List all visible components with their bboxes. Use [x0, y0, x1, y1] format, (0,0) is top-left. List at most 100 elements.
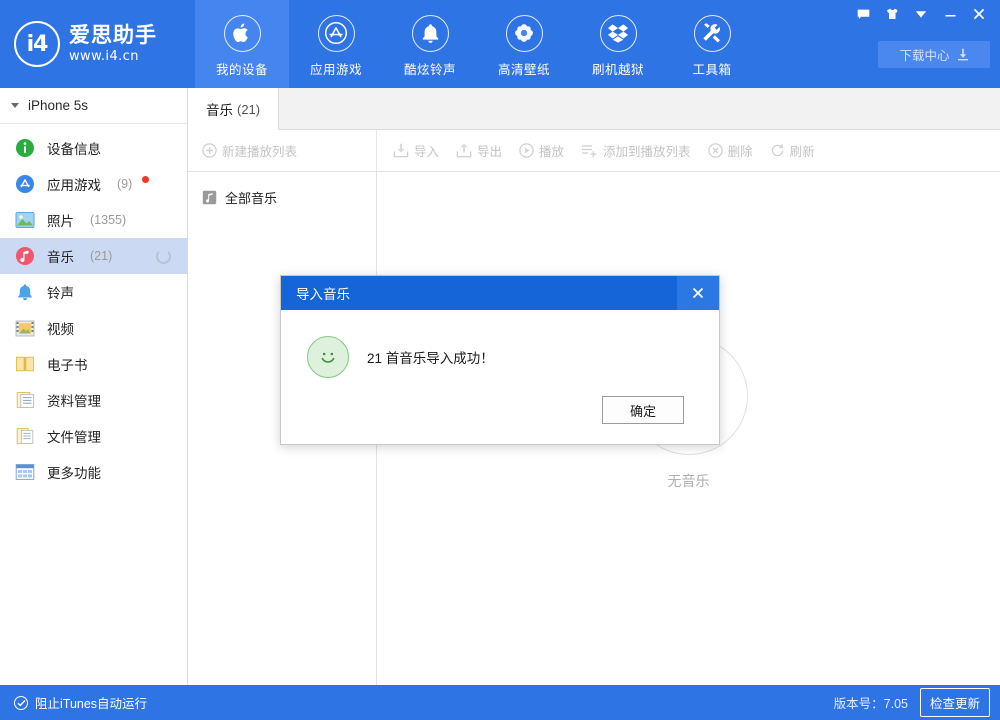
music-icon [14, 245, 36, 267]
tab-count: (21) [237, 102, 260, 117]
export-button[interactable]: 导出 [456, 141, 502, 160]
main-nav: 我的设备 应用游戏 酷炫铃声 [195, 0, 759, 88]
video-icon [14, 317, 36, 339]
data-icon [14, 389, 36, 411]
more-icon [14, 461, 36, 483]
brand-name: 爱思助手 [69, 25, 157, 46]
sidebar-item-label: 文件管理 [47, 426, 101, 446]
import-button[interactable]: 导入 [393, 141, 439, 160]
dialog-title: 导入音乐 [296, 283, 350, 303]
new-playlist-button[interactable]: 新建播放列表 [202, 141, 297, 160]
nav-item-wallpapers[interactable]: 高清壁纸 [477, 0, 571, 88]
smiley-success-icon [307, 336, 349, 378]
close-icon[interactable] [966, 4, 992, 24]
ok-button[interactable]: 确定 [602, 396, 684, 424]
refresh-button[interactable]: 刷新 [770, 141, 815, 160]
device-selector[interactable]: iPhone 5s [0, 88, 187, 124]
message-icon[interactable] [850, 4, 876, 24]
nav-item-apps-games[interactable]: 应用游戏 [289, 0, 383, 88]
chevron-down-icon [11, 103, 19, 108]
sidebar-item-label: 铃声 [47, 282, 74, 302]
sidebar-item-photos[interactable]: 照片 (1355) [0, 202, 187, 238]
sidebar-item-device-info[interactable]: 设备信息 [0, 130, 187, 166]
status-bar: 阻止iTunes自动运行 版本号：7.05 检查更新 [0, 685, 1000, 720]
sidebar-item-more[interactable]: 更多功能 [0, 454, 187, 490]
app-window: i4 爱思助手 www.i4.cn 我的设备 [0, 0, 1000, 720]
play-icon [519, 143, 534, 158]
sidebar-item-data-manage[interactable]: 资料管理 [0, 382, 187, 418]
flower-icon [506, 15, 543, 52]
download-center-button[interactable]: 下载中心 [878, 41, 990, 68]
minimize-icon[interactable] [937, 4, 963, 24]
tab-music[interactable]: 音乐 (21) [188, 88, 279, 130]
book-icon [14, 353, 36, 375]
close-icon[interactable] [677, 276, 719, 310]
sidebar-item-file-manage[interactable]: 文件管理 [0, 418, 187, 454]
toolbar: 新建播放列表 导入 导出 [188, 130, 1000, 172]
download-icon [957, 48, 969, 61]
nav-label: 工具箱 [692, 59, 731, 78]
dialog-message: 21 首音乐导入成功！ [367, 347, 494, 367]
nav-item-my-device[interactable]: 我的设备 [195, 0, 289, 88]
delete-label: 删除 [728, 141, 753, 160]
file-icon [14, 425, 36, 447]
tab-bar: 音乐 (21) [188, 88, 1000, 130]
play-label: 播放 [539, 141, 564, 160]
bell-icon [412, 15, 449, 52]
export-label: 导出 [477, 141, 502, 160]
block-itunes-label: 阻止iTunes自动运行 [35, 693, 147, 712]
check-icon [14, 696, 28, 710]
loading-spinner-icon [156, 249, 171, 264]
dialog-title-bar: 导入音乐 [281, 276, 719, 310]
nav-item-ringtones[interactable]: 酷炫铃声 [383, 0, 477, 88]
playlist-item-all-music[interactable]: 全部音乐 [188, 182, 376, 212]
sidebar-item-label: 视频 [47, 318, 74, 338]
download-center-label: 下载中心 [899, 45, 949, 64]
menu-dropdown-icon[interactable] [908, 4, 934, 24]
brand-logo: i4 爱思助手 www.i4.cn [0, 0, 195, 88]
add-to-playlist-label: 添加到播放列表 [603, 141, 691, 160]
skin-icon[interactable] [879, 4, 905, 24]
sidebar: iPhone 5s 设备信息 应用游戏 (9) [0, 88, 188, 685]
import-label: 导入 [414, 141, 439, 160]
import-icon [393, 143, 409, 158]
version-label: 版本号：7.05 [834, 693, 908, 712]
tools-icon [694, 15, 731, 52]
appstore-icon [318, 15, 355, 52]
i4-logo-icon: i4 [14, 21, 60, 67]
nav-label: 我的设备 [216, 59, 268, 78]
sidebar-item-ringtones[interactable]: 铃声 [0, 274, 187, 310]
sidebar-item-label: 设备信息 [47, 138, 101, 158]
new-playlist-label: 新建播放列表 [222, 141, 297, 160]
nav-item-toolbox[interactable]: 工具箱 [665, 0, 759, 88]
add-to-playlist-icon [581, 143, 598, 158]
empty-state-text: 无音乐 [668, 471, 710, 491]
apple-icon [224, 15, 261, 52]
export-icon [456, 143, 472, 158]
sidebar-item-music[interactable]: 音乐 (21) [0, 238, 187, 274]
sidebar-item-videos[interactable]: 视频 [0, 310, 187, 346]
delete-button[interactable]: 删除 [708, 141, 753, 160]
sidebar-item-ebooks[interactable]: 电子书 [0, 346, 187, 382]
device-name: iPhone 5s [28, 98, 88, 113]
block-itunes-checkbox[interactable]: 阻止iTunes自动运行 [14, 693, 147, 712]
add-to-playlist-button[interactable]: 添加到播放列表 [581, 141, 691, 160]
import-music-dialog: 导入音乐 21 首音乐导入成功！ 确定 [280, 275, 720, 445]
sidebar-item-label: 更多功能 [47, 462, 101, 482]
nav-label: 应用游戏 [310, 59, 362, 78]
sidebar-item-label: 应用游戏 [47, 174, 101, 194]
photo-icon [14, 209, 36, 231]
appstore-icon [14, 173, 36, 195]
sidebar-nav-list: 设备信息 应用游戏 (9) 照片 [0, 124, 187, 490]
ringtone-icon [14, 281, 36, 303]
playlist-item-label: 全部音乐 [225, 188, 277, 207]
check-update-button[interactable]: 检查更新 [920, 688, 990, 717]
play-button[interactable]: 播放 [519, 141, 564, 160]
nav-label: 刷机越狱 [592, 59, 644, 78]
sidebar-item-label: 资料管理 [47, 390, 101, 410]
dialog-body: 21 首音乐导入成功！ 确定 [281, 310, 719, 444]
sidebar-item-apps-games[interactable]: 应用游戏 (9) [0, 166, 187, 202]
nav-item-jailbreak[interactable]: 刷机越狱 [571, 0, 665, 88]
music-note-icon [202, 190, 217, 205]
sidebar-item-label: 电子书 [47, 354, 88, 374]
